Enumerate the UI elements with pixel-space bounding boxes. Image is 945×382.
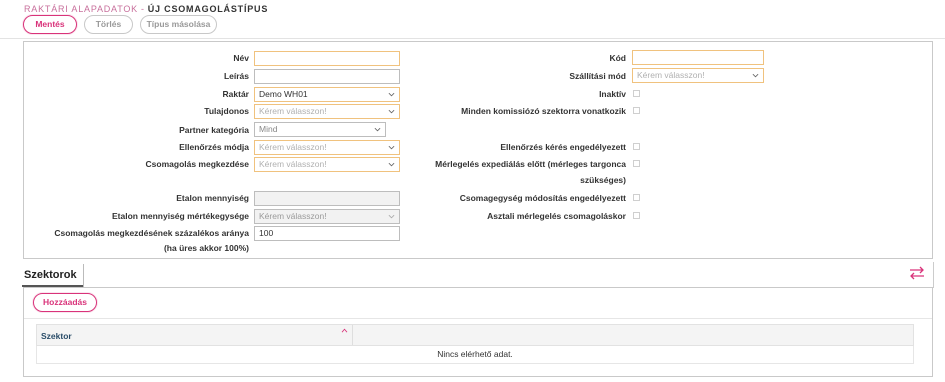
tab-bar-edge	[933, 262, 934, 288]
etalon-unit-select[interactable]: Kérem válasszon!	[254, 209, 400, 224]
tab-divider	[83, 264, 84, 287]
partner-category-value: Mind	[259, 124, 278, 134]
sectors-panel: Hozzáadás Szektor Nincs elérhető adat.	[23, 287, 933, 377]
chevron-down-icon	[388, 145, 395, 150]
all-sectors-label: Minden komissiózó szektorra vonatkozik	[461, 106, 626, 116]
code-input[interactable]	[632, 50, 764, 65]
owner-placeholder: Kérem válasszon!	[259, 106, 327, 116]
chevron-down-icon	[388, 109, 395, 114]
warehouse-select[interactable]: Demo WH01	[254, 87, 400, 102]
header-divider	[0, 38, 945, 39]
weighing-label-line2: szükséges)	[580, 175, 626, 185]
copy-type-button[interactable]: Típus másolása	[140, 15, 217, 34]
unit-modify-label: Csomagegység módosítás engedélyezett	[459, 193, 626, 203]
etalon-qty-input[interactable]	[254, 191, 400, 206]
tab-sectors[interactable]: Szektorok	[24, 269, 77, 281]
weighing-checkbox[interactable]	[633, 160, 640, 167]
desk-weighing-label: Asztali mérlegelés csomagoláskor	[487, 211, 626, 221]
inactive-checkbox[interactable]	[633, 90, 640, 97]
packing-start-select[interactable]: Kérem válasszon!	[254, 157, 400, 172]
partner-category-select[interactable]: Mind	[254, 122, 386, 137]
owner-label: Tulajdonos	[204, 106, 249, 116]
delete-button[interactable]: Törlés	[84, 15, 133, 34]
breadcrumb: RAKTÁRI ALAPADATOK - ÚJ CSOMAGOLÁSTÍPUS	[24, 4, 268, 14]
owner-select[interactable]: Kérem válasszon!	[254, 104, 400, 119]
sort-asc-icon[interactable]	[341, 328, 348, 333]
name-input[interactable]	[254, 51, 400, 66]
add-sector-button[interactable]: Hozzáadás	[33, 293, 97, 312]
etalon-unit-label: Etalon mennyiség mértékegysége	[111, 211, 249, 221]
breadcrumb-parent[interactable]: RAKTÁRI ALAPADATOK	[24, 4, 138, 14]
warehouse-value: Demo WH01	[259, 89, 308, 99]
shipping-mode-placeholder: Kérem válasszon!	[637, 70, 705, 80]
chevron-down-icon	[752, 73, 759, 78]
packing-start-placeholder: Kérem válasszon!	[259, 159, 327, 169]
packing-start-label: Csomagolás megkezdése	[145, 159, 249, 169]
save-button[interactable]: Mentés	[23, 15, 77, 34]
shipping-mode-select[interactable]: Kérem válasszon!	[632, 68, 764, 83]
etalon-unit-placeholder: Kérem válasszon!	[259, 211, 327, 221]
name-label: Név	[233, 53, 249, 63]
percent-input[interactable]: 100	[254, 226, 400, 241]
all-sectors-checkbox[interactable]	[633, 107, 640, 114]
partner-category-label: Partner kategória	[179, 125, 249, 135]
check-mode-select[interactable]: Kérem válasszon!	[254, 140, 400, 155]
empty-message: Nincs elérhető adat.	[437, 349, 513, 359]
column-header-sector[interactable]: Szektor	[37, 325, 353, 345]
column-header-sector-label: Szektor	[41, 331, 72, 341]
shipping-mode-label: Szállítási mód	[569, 71, 626, 81]
desk-weighing-checkbox[interactable]	[633, 212, 640, 219]
check-mode-placeholder: Kérem válasszon!	[259, 142, 327, 152]
percent-label: Csomagolás megkezdésének százalékos arán…	[54, 228, 249, 238]
check-mode-label: Ellenőrzés módja	[179, 142, 249, 152]
chevron-down-icon	[388, 214, 395, 219]
swap-arrows-icon[interactable]	[908, 266, 926, 280]
sectors-divider	[24, 318, 932, 319]
etalon-qty-label: Etalon mennyiség	[176, 193, 249, 203]
unit-modify-checkbox[interactable]	[633, 194, 640, 201]
check-request-checkbox[interactable]	[633, 143, 640, 150]
percent-label-note: (ha üres akkor 100%)	[163, 243, 249, 253]
chevron-down-icon	[388, 92, 395, 97]
warehouse-label: Raktár	[222, 89, 249, 99]
inactive-label: Inaktív	[599, 89, 626, 99]
form-panel: Név Leírás Raktár Demo WH01 Tulajdonos K…	[23, 41, 933, 259]
weighing-label-line1: Mérlegelés expediálás előtt (mérleges ta…	[435, 159, 626, 169]
breadcrumb-separator: -	[140, 4, 145, 14]
description-label: Leírás	[223, 71, 249, 81]
page-title: ÚJ CSOMAGOLÁSTÍPUS	[147, 4, 269, 14]
chevron-down-icon	[388, 162, 395, 167]
check-request-label: Ellenőrzés kérés engedélyezett	[500, 142, 626, 152]
chevron-down-icon	[374, 127, 381, 132]
sectors-table-empty-row: Nincs elérhető adat.	[36, 346, 914, 364]
code-label: Kód	[609, 53, 626, 63]
description-input[interactable]	[254, 69, 400, 84]
sectors-table-header: Szektor	[36, 324, 914, 346]
